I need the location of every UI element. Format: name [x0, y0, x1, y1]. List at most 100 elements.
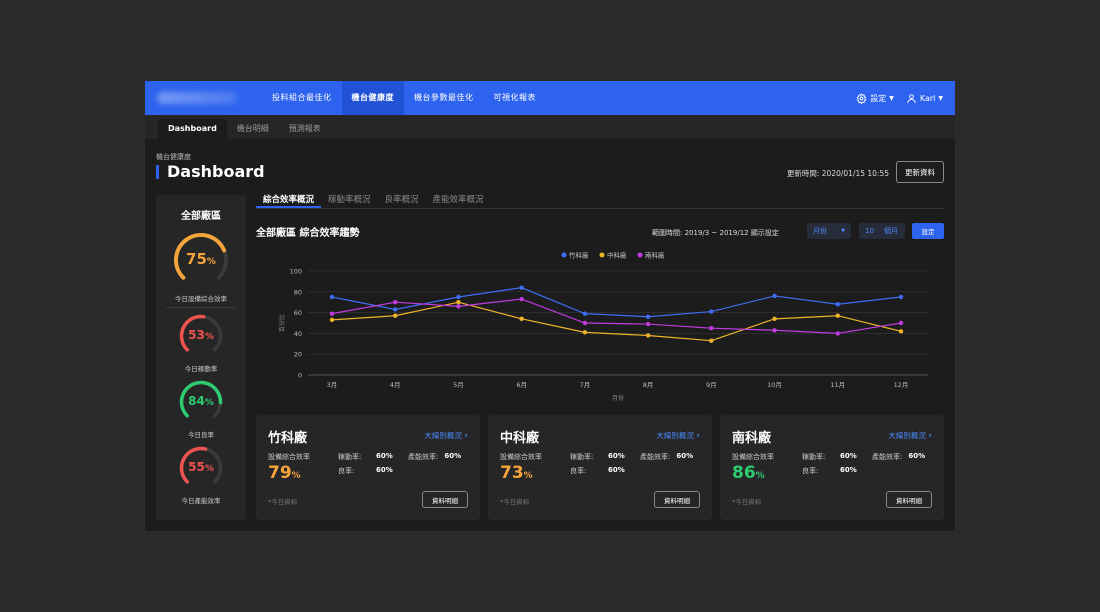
nav-item-feed-optimization[interactable]: 投料組合最佳化 — [262, 81, 342, 115]
y-tick-label: 20 — [294, 351, 302, 359]
oee-label: 設備綜合效率 — [500, 453, 542, 461]
plant-name: 竹科廠 — [268, 431, 308, 446]
nav-item-visual-reports[interactable]: 可視化報表 — [484, 81, 547, 115]
tab-yield-overview[interactable]: 良率概況 — [378, 191, 426, 208]
gauge-oee: 75% 今日設備綜合效率 — [156, 231, 246, 303]
metric-value: 60% — [376, 466, 393, 474]
title-accent-bar — [156, 164, 159, 179]
gauge-value: 84% — [156, 394, 246, 408]
legend-marker — [637, 252, 643, 258]
line-overview-label: 大線別概況 — [424, 431, 462, 440]
page-title: Dashboard — [156, 162, 265, 181]
tab-forecast-report[interactable]: 預測報表 — [279, 119, 331, 139]
data-point — [772, 316, 777, 322]
period-count-input[interactable]: 10 個月 — [859, 223, 905, 239]
data-detail-button[interactable]: 資料明細 — [886, 491, 932, 508]
data-point — [709, 309, 714, 314]
plant-name: 南科廠 — [732, 431, 772, 446]
data-point — [898, 320, 904, 326]
data-point — [645, 321, 651, 327]
metric-label: 稼動率: — [338, 453, 362, 461]
data-point — [393, 307, 398, 312]
legend-marker — [561, 252, 567, 258]
metric-label: 良率: — [802, 467, 819, 475]
yield-metric: 良率: 60% — [802, 466, 857, 476]
line-overview-link[interactable]: 大線別概況 › — [424, 430, 468, 441]
line-overview-link[interactable]: 大線別概況 › — [656, 430, 700, 441]
apply-settings-button[interactable]: 設定 — [912, 223, 944, 239]
oee-unit: % — [291, 471, 301, 481]
data-detail-button[interactable]: 資料明細 — [422, 491, 468, 508]
oee-value: 79% — [268, 463, 301, 483]
plant-card: 中科廠 大線別概況 › 設備綜合效率 73% 稼動率: 60% 產能效率: 60% … — [488, 415, 712, 520]
oee-number: 86 — [732, 463, 756, 483]
user-name: Karl — [919, 93, 936, 103]
user-menu[interactable]: Karl ▼ — [906, 93, 943, 104]
gauge-label: 今日產能效率 — [181, 497, 221, 505]
data-point — [582, 311, 588, 316]
capacity-metric: 產能效率: 60% — [408, 452, 461, 462]
plant-card: 竹科廠 大線別概況 › 設備綜合效率 79% 稼動率: 60% 產能效率: 60% … — [256, 415, 480, 520]
x-axis-label: 月份 — [612, 394, 624, 402]
tab-machine-detail[interactable]: 機台明細 — [227, 119, 279, 139]
y-tick-label: 40 — [294, 330, 302, 338]
top-navbar: 投料組合最佳化 機台健康度 機台參數最佳化 可視化報表 設定 ▼ Karl ▼ — [145, 81, 955, 115]
period-count-unit: 個月 — [883, 227, 898, 235]
page-title-text: Dashboard — [167, 162, 265, 181]
x-tick-label: 9月 — [706, 381, 717, 389]
plant-card: 南科廠 大線別概況 › 設備綜合效率 86% 稼動率: 60% 產能效率: 60% … — [720, 415, 944, 520]
chevron-down-icon: ▼ — [938, 94, 943, 102]
y-tick-label: 80 — [294, 288, 302, 296]
data-point — [329, 294, 335, 300]
chevron-right-icon: › — [464, 431, 468, 441]
legend-label: 南科廠 — [645, 251, 665, 260]
data-point — [393, 313, 398, 318]
brand-logo[interactable] — [157, 92, 237, 104]
metric-tabs: 綜合效率概況 稼動率概況 良率概況 產能效率概況 — [256, 191, 944, 209]
tab-utilization-overview[interactable]: 稼動率概況 — [321, 191, 378, 208]
refresh-data-button[interactable]: 更新資料 — [896, 161, 944, 183]
x-tick-label: 5月 — [453, 381, 464, 389]
utilization-metric: 稼動率: 60% — [338, 452, 393, 462]
data-point — [582, 330, 588, 335]
oee-label: 設備綜合效率 — [732, 453, 774, 461]
gauge-unit: % — [204, 464, 214, 474]
metric-label: 良率: — [570, 467, 587, 475]
tab-oee-overview[interactable]: 綜合效率概況 — [256, 191, 322, 208]
tab-capacity-overview[interactable]: 產能效率概況 — [426, 191, 491, 208]
data-point — [645, 333, 651, 338]
metric-value: 60% — [676, 452, 694, 460]
oee-value: 86% — [732, 463, 765, 483]
breadcrumb[interactable]: 機台健康度 — [156, 152, 191, 162]
nav-item-machine-health[interactable]: 機台健康度 — [341, 81, 404, 115]
yield-metric: 良率: 60% — [570, 466, 625, 476]
data-detail-button[interactable]: 資料明細 — [654, 491, 700, 508]
tab-dashboard[interactable]: Dashboard — [158, 119, 227, 139]
x-tick-label: 12月 — [894, 381, 909, 389]
x-tick-label: 4月 — [390, 381, 401, 389]
settings-menu[interactable]: 設定 ▼ — [856, 92, 894, 104]
data-point — [835, 302, 840, 307]
capacity-metric: 產能效率: 60% — [872, 452, 925, 462]
sub-tabs: Dashboard 機台明細 預測報表 — [145, 115, 955, 139]
x-tick-label: 3月 — [327, 381, 338, 389]
updated-time: 更新時間: 2020/01/15 10:55 — [786, 169, 889, 178]
data-point — [898, 329, 904, 334]
summary-panel-title: 全部廠區 — [181, 211, 221, 222]
capacity-metric: 產能效率: 60% — [640, 452, 693, 462]
y-axis-label: 百分比 — [278, 314, 286, 332]
data-point — [709, 326, 714, 331]
x-tick-label: 8月 — [643, 381, 654, 389]
metric-value: 60% — [908, 452, 926, 460]
line-overview-link[interactable]: 大線別概況 › — [888, 430, 932, 441]
nav-item-param-optimization[interactable]: 機台參數最佳化 — [404, 81, 484, 115]
metric-label: 產能效率: — [872, 453, 903, 461]
oee-unit: % — [523, 471, 533, 481]
metric-label: 良率: — [338, 467, 355, 475]
gauge-yield: 84% 今日良率 — [156, 379, 246, 439]
metric-value: 60% — [840, 452, 857, 460]
period-unit-select[interactable]: 月份 ▼ — [807, 223, 851, 239]
gear-icon — [856, 92, 867, 104]
metric-label: 稼動率: — [570, 453, 594, 461]
chevron-right-icon: › — [928, 431, 932, 441]
